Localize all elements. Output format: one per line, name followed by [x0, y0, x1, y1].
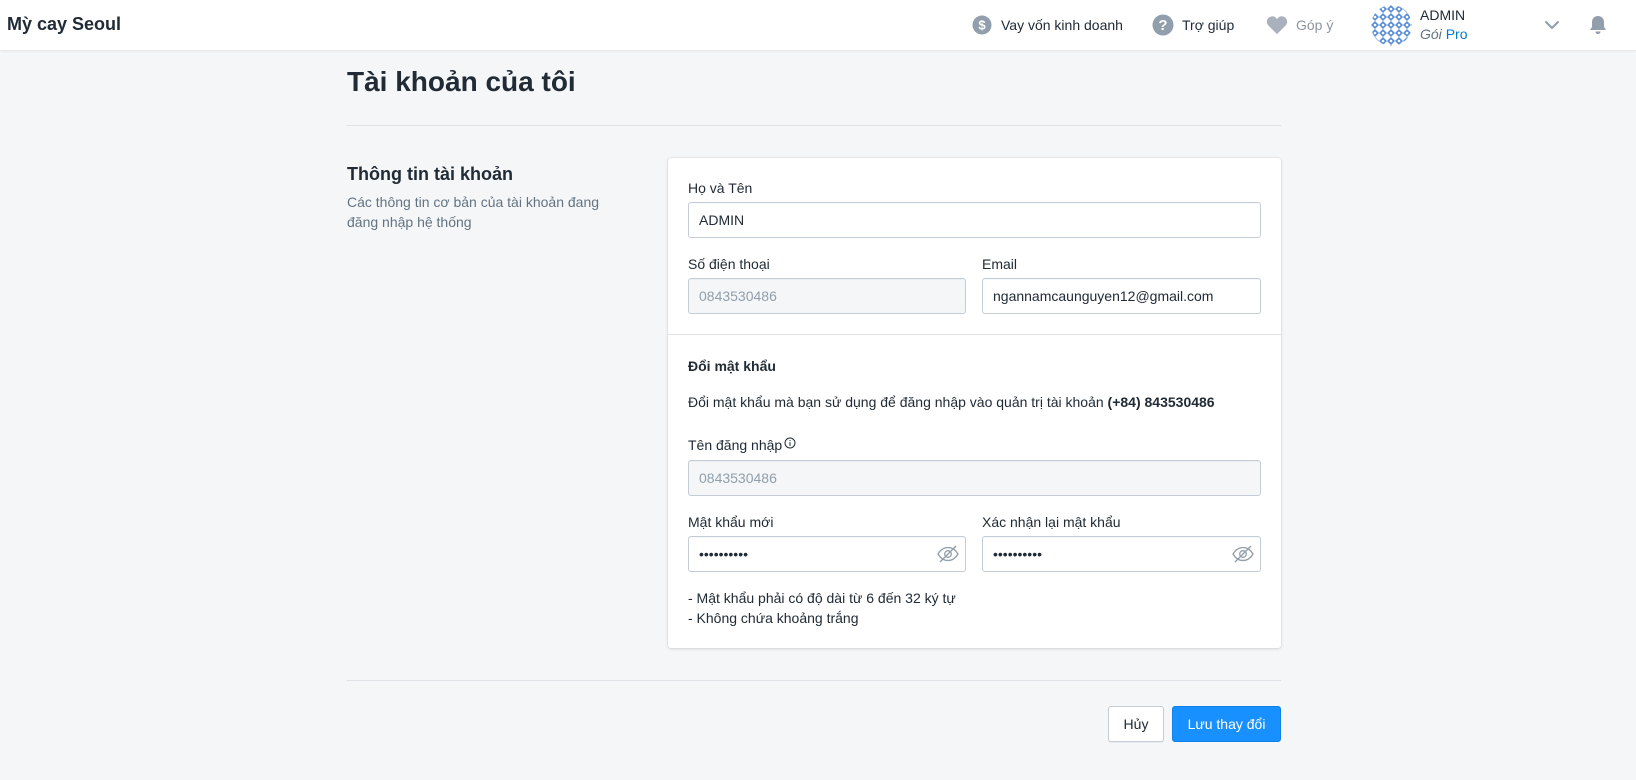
eye-off-icon[interactable]	[1231, 542, 1255, 566]
full-name-input[interactable]	[688, 202, 1261, 238]
help-icon: ?	[1152, 14, 1174, 36]
store-name[interactable]: Mỳ cay Seoul	[7, 14, 121, 35]
email-input[interactable]	[982, 278, 1261, 314]
user-name: ADMIN	[1420, 7, 1466, 23]
plan-prefix: Gói	[1420, 26, 1442, 42]
nav-help-label: Trợ giúp	[1182, 17, 1235, 33]
card-divider	[668, 334, 1281, 335]
avatar	[1371, 4, 1412, 46]
username-label: Tên đăng nhập	[688, 437, 796, 453]
full-name-label: Họ và Tên	[688, 180, 753, 196]
nav-feedback-label: Góp ý	[1296, 17, 1334, 33]
new-password-input[interactable]	[688, 536, 966, 572]
info-icon[interactable]	[784, 437, 796, 449]
plan-name: Pro	[1445, 26, 1468, 42]
chevron-down-icon[interactable]	[1543, 16, 1561, 34]
username-label-text: Tên đăng nhập	[688, 437, 783, 453]
svg-text:?: ?	[1158, 17, 1167, 34]
bell-icon[interactable]	[1587, 14, 1609, 36]
password-hint-whitespace: - Không chứa khoảng trắng	[688, 610, 859, 626]
phone-label: Số điện thoại	[688, 256, 770, 272]
password-description-text: Đổi mật khẩu mà bạn sử dụng để đăng nhập…	[688, 394, 1104, 410]
nav-loan-label: Vay vốn kinh doanh	[1001, 17, 1123, 33]
eye-off-icon[interactable]	[936, 542, 960, 566]
top-bar: Mỳ cay Seoul $ Vay vốn kinh doanh ? Trợ …	[0, 0, 1636, 50]
username-input	[688, 460, 1261, 496]
save-button[interactable]: Lưu thay đổi	[1172, 706, 1281, 742]
nav-loan[interactable]: $ Vay vốn kinh doanh	[971, 14, 1123, 36]
account-card: Họ và Tên Số điện thoại Email Đổi mật kh…	[668, 158, 1281, 648]
phone-input	[688, 278, 966, 314]
password-hint-length: - Mật khẩu phải có độ dài từ 6 đến 32 ký…	[688, 590, 956, 606]
section-title: Thông tin tài khoản	[347, 164, 513, 184]
confirm-password-label: Xác nhận lại mật khẩu	[982, 514, 1121, 530]
nav-help[interactable]: ? Trợ giúp	[1152, 14, 1234, 36]
confirm-password-input[interactable]	[982, 536, 1261, 572]
account-phone: (+84) 843530486	[1107, 394, 1215, 410]
password-section-title: Đổi mật khẩu	[688, 358, 776, 374]
divider	[347, 680, 1281, 681]
svg-text:$: $	[978, 18, 986, 33]
dollar-icon: $	[971, 14, 993, 36]
cancel-button[interactable]: Hủy	[1108, 706, 1164, 742]
section-description: Các thông tin cơ bản của tài khoản đang …	[347, 194, 600, 230]
divider	[347, 125, 1281, 126]
heart-icon	[1266, 14, 1288, 36]
password-section-description: Đổi mật khẩu mà bạn sử dụng để đăng nhập…	[688, 394, 1215, 410]
user-menu[interactable]: ADMIN Gói Pro	[1371, 4, 1467, 46]
email-label: Email	[982, 256, 1018, 272]
nav-feedback[interactable]: Góp ý	[1266, 14, 1333, 36]
new-password-label: Mật khẩu mới	[688, 514, 774, 530]
page-title: Tài khoản của tôi	[347, 66, 576, 97]
user-plan: Gói Pro	[1420, 25, 1467, 44]
